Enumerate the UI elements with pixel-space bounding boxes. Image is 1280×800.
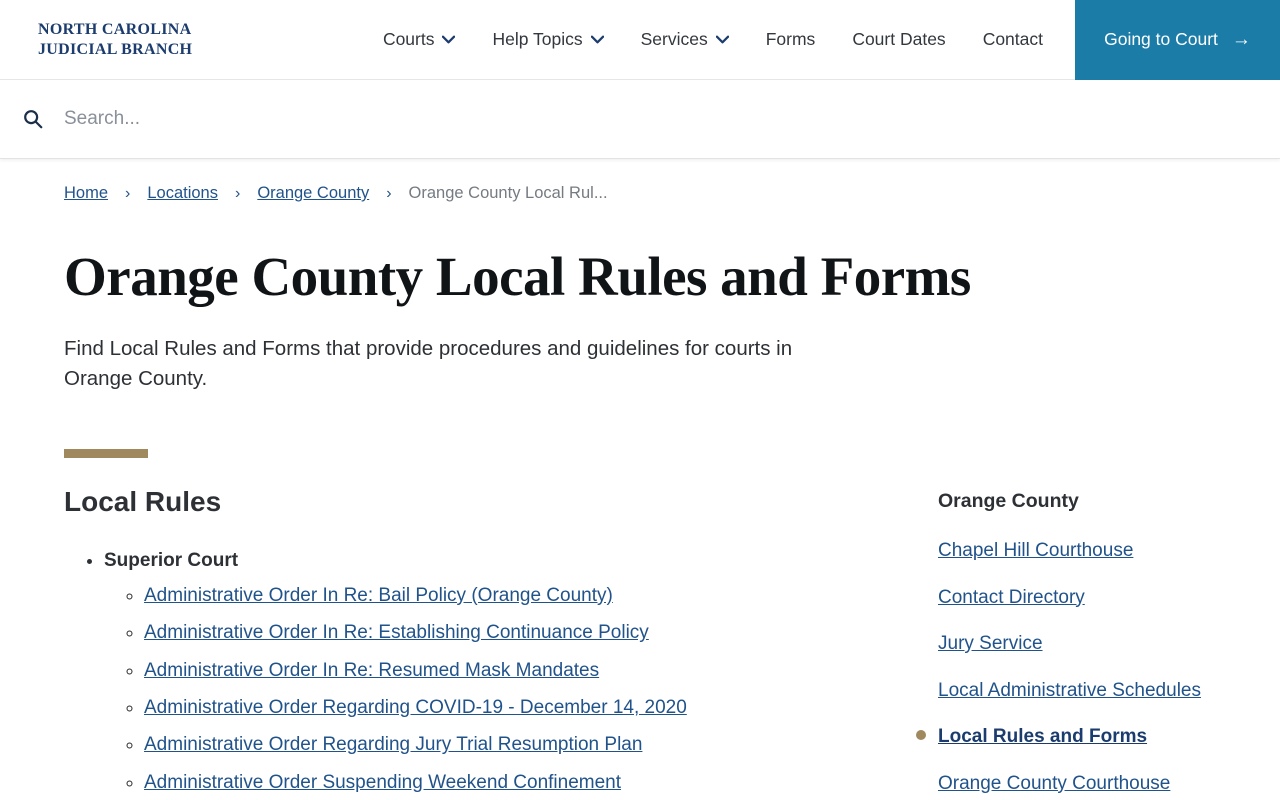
local-rules-list: Superior Court Administrative Order In R… — [64, 550, 880, 794]
rules-sublist: Administrative Order In Re: Bail Policy … — [104, 585, 880, 794]
search-bar — [0, 80, 1280, 159]
rule-link-mask-mandates[interactable]: Administrative Order In Re: Resumed Mask… — [144, 660, 599, 681]
arrow-right-icon: → — [1231, 28, 1251, 50]
logo-line1: NORTH CAROLINA — [38, 21, 192, 39]
nav-item-court-dates[interactable]: Court Dates — [852, 29, 945, 50]
breadcrumb-separator: › — [234, 184, 241, 202]
nav-item-forms[interactable]: Forms — [766, 29, 816, 50]
nav-item-contact[interactable]: Contact — [983, 29, 1043, 50]
sidebar-item-local-admin-schedules: Local Administrative Schedules — [938, 677, 1216, 705]
nav-item-label: Services — [640, 29, 708, 49]
local-rules-section: Local Rules Superior Court Administrativ… — [64, 486, 880, 800]
logo-line2: JUDICIAL BRANCH — [38, 40, 193, 58]
nav-item-label: Contact — [982, 29, 1043, 49]
sidebar-list: Chapel Hill Courthouse Contact Directory… — [916, 537, 1216, 798]
county-sidebar: Orange County Chapel Hill Courthouse Con… — [916, 486, 1216, 800]
list-item: Administrative Order In Re: Resumed Mask… — [144, 660, 880, 682]
nav-item-label: Courts — [382, 29, 435, 49]
rules-group-label: Superior Court — [104, 550, 239, 571]
sidebar-link[interactable]: Jury Service — [938, 633, 1043, 654]
nav-item-courts[interactable]: Courts — [383, 29, 456, 50]
sidebar-link-active[interactable]: Local Rules and Forms — [938, 726, 1147, 747]
chevron-down-icon — [442, 35, 456, 44]
search-icon[interactable] — [22, 108, 44, 130]
list-item: Administrative Order Regarding Jury Tria… — [144, 734, 880, 756]
nav-item-help-topics[interactable]: Help Topics — [492, 29, 604, 50]
page-title: Orange County Local Rules and Forms — [64, 246, 971, 307]
breadcrumb-home[interactable]: Home — [64, 184, 108, 203]
chevron-down-icon — [590, 35, 604, 44]
going-to-court-button[interactable]: Going to Court → — [1075, 0, 1280, 80]
breadcrumb-orange-county[interactable]: Orange County — [257, 184, 369, 203]
rules-group-superior-court: Superior Court Administrative Order In R… — [104, 550, 880, 794]
sidebar-item-orange-county-courthouse: Orange County Courthouse — [938, 770, 1216, 798]
nav-item-label: Help Topics — [492, 29, 583, 49]
breadcrumb-current: Orange County Local Rul... — [408, 184, 608, 202]
site-header: NORTH CAROLINA JUDICIAL BRANCH Courts He… — [0, 0, 1280, 80]
nav-item-label: Forms — [765, 29, 816, 49]
breadcrumb: Home › Locations › Orange County › Orang… — [64, 184, 1280, 203]
nav-item-label: Court Dates — [852, 29, 946, 49]
main-nav: Courts Help Topics Services Forms Court … — [383, 29, 1043, 50]
sidebar-item-local-rules-and-forms: Local Rules and Forms — [916, 723, 1216, 751]
content-area: Local Rules Superior Court Administrativ… — [64, 486, 1216, 800]
sidebar-link[interactable]: Local Administrative Schedules — [938, 680, 1201, 701]
breadcrumb-separator: › — [386, 184, 392, 202]
sidebar-item-chapel-hill-courthouse: Chapel Hill Courthouse — [938, 537, 1216, 565]
rule-link-continuance-policy[interactable]: Administrative Order In Re: Establishing… — [144, 622, 649, 643]
local-rules-heading: Local Rules — [64, 486, 222, 517]
rule-link-covid19[interactable]: Administrative Order Regarding COVID-19 … — [144, 697, 687, 718]
sidebar-link[interactable]: Chapel Hill Courthouse — [938, 540, 1133, 561]
list-item: Administrative Order In Re: Bail Policy … — [144, 585, 880, 607]
rule-link-weekend-confinement[interactable]: Administrative Order Suspending Weekend … — [144, 772, 621, 793]
nav-item-services[interactable]: Services — [641, 29, 729, 50]
list-item: Administrative Order Regarding COVID-19 … — [144, 697, 880, 719]
site-logo[interactable]: NORTH CAROLINA JUDICIAL BRANCH — [38, 20, 192, 58]
sidebar-item-contact-directory: Contact Directory — [938, 584, 1216, 612]
chevron-down-icon — [715, 35, 729, 44]
rule-link-jury-trial-resumption[interactable]: Administrative Order Regarding Jury Tria… — [144, 734, 642, 755]
list-item: Administrative Order In Re: Establishing… — [144, 622, 880, 644]
rule-link-bail-policy[interactable]: Administrative Order In Re: Bail Policy … — [144, 585, 613, 606]
list-item: Administrative Order Suspending Weekend … — [144, 772, 880, 794]
sidebar-heading: Orange County — [938, 490, 1079, 512]
search-input[interactable] — [64, 108, 964, 130]
breadcrumb-locations[interactable]: Locations — [147, 184, 218, 203]
page-intro: Find Local Rules and Forms that provide … — [64, 336, 793, 391]
sidebar-item-jury-service: Jury Service — [938, 630, 1216, 658]
gold-divider — [64, 449, 148, 458]
sidebar-link[interactable]: Orange County Courthouse — [938, 773, 1170, 794]
going-to-court-label: Going to Court — [1104, 29, 1218, 49]
sidebar-link[interactable]: Contact Directory — [938, 587, 1085, 608]
breadcrumb-separator: › — [125, 184, 131, 202]
